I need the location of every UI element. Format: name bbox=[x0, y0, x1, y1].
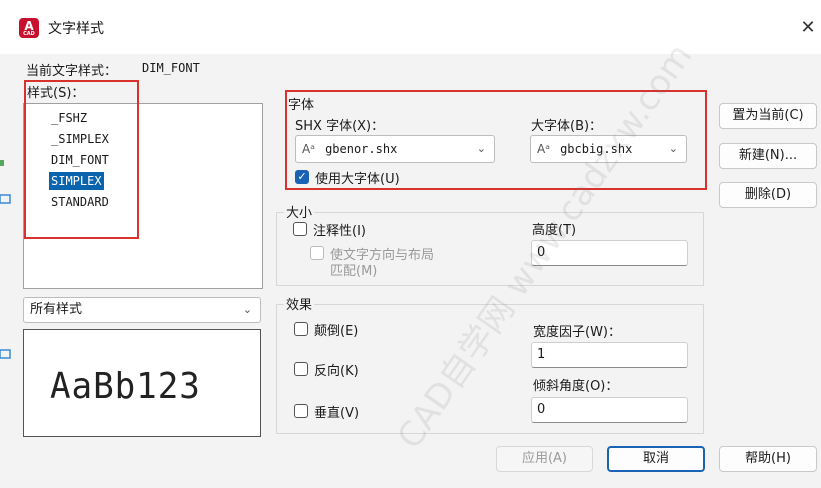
height-label: 高度(T) bbox=[532, 223, 577, 238]
shx-font-label: SHX 字体(X)： bbox=[295, 119, 385, 134]
vertical-checkbox[interactable] bbox=[294, 404, 308, 418]
oblique-angle-input[interactable]: 0 bbox=[531, 397, 688, 423]
match-orientation-checkbox[interactable] bbox=[310, 246, 324, 260]
shx-font-value: gbenor.shx bbox=[325, 142, 398, 156]
width-factor-label: 宽度因子(W)： bbox=[533, 325, 621, 340]
match-orientation-label-line2: 匹配(M) bbox=[330, 264, 378, 279]
style-filter-select[interactable]: 所有样式 ⌄ bbox=[23, 297, 261, 323]
font-glyph-icon: Aᵃ bbox=[302, 142, 315, 156]
shx-font-select[interactable]: Aᵃ gbenor.shx ⌄ bbox=[295, 135, 495, 163]
cancel-button[interactable]: 取消 bbox=[607, 446, 705, 472]
apply-button[interactable]: 应用(A) bbox=[496, 446, 593, 472]
window-title: 文字样式 bbox=[48, 21, 104, 37]
size-group-title: 大小 bbox=[284, 202, 315, 221]
use-big-font-label: 使用大字体(U) bbox=[315, 172, 400, 187]
set-current-button[interactable]: 置为当前(C) bbox=[719, 103, 817, 129]
oblique-angle-label: 倾斜角度(O)： bbox=[533, 379, 619, 394]
annotative-label: 注释性(I) bbox=[313, 224, 366, 239]
preview-pane: AaBb123 bbox=[23, 329, 261, 437]
vertical-label: 垂直(V) bbox=[314, 406, 360, 421]
upside-down-label: 颠倒(E) bbox=[314, 324, 359, 339]
autocad-app-icon: A CAD bbox=[19, 18, 39, 38]
help-button[interactable]: 帮助(H) bbox=[719, 446, 817, 472]
preview-text: AaBb123 bbox=[50, 366, 201, 407]
chevron-down-icon: ⌄ bbox=[476, 142, 486, 155]
current-style-value: DIM_FONT bbox=[142, 61, 200, 75]
new-style-button[interactable]: 新建(N)... bbox=[719, 143, 817, 169]
font-group-title: 字体 bbox=[288, 98, 315, 113]
styles-highlight-box bbox=[24, 80, 139, 239]
upside-down-checkbox[interactable] bbox=[294, 322, 308, 336]
effects-group-title: 效果 bbox=[284, 294, 315, 313]
height-input[interactable]: 0 bbox=[531, 240, 688, 266]
chevron-down-icon: ⌄ bbox=[668, 142, 678, 155]
current-style-label: 当前文字样式： bbox=[26, 64, 118, 79]
chevron-down-icon: ⌄ bbox=[242, 303, 252, 316]
big-font-value: gbcbig.shx bbox=[560, 142, 633, 156]
annotative-checkbox[interactable] bbox=[293, 222, 307, 236]
width-factor-input[interactable]: 1 bbox=[531, 342, 688, 368]
font-glyph-icon: Aᵃ bbox=[537, 142, 550, 156]
use-big-font-checkbox[interactable]: ✓ bbox=[295, 170, 309, 184]
delete-style-button[interactable]: 删除(D) bbox=[719, 182, 817, 208]
close-icon[interactable]: ✕ bbox=[796, 16, 820, 40]
style-filter-value: 所有样式 bbox=[30, 302, 83, 317]
big-font-label: 大字体(B)： bbox=[531, 119, 603, 134]
backwards-checkbox[interactable] bbox=[294, 362, 308, 376]
backwards-label: 反向(K) bbox=[314, 364, 359, 379]
background-drawing-edge bbox=[0, 160, 11, 359]
big-font-select[interactable]: Aᵃ gbcbig.shx ⌄ bbox=[530, 135, 687, 163]
title-bar bbox=[0, 0, 821, 54]
